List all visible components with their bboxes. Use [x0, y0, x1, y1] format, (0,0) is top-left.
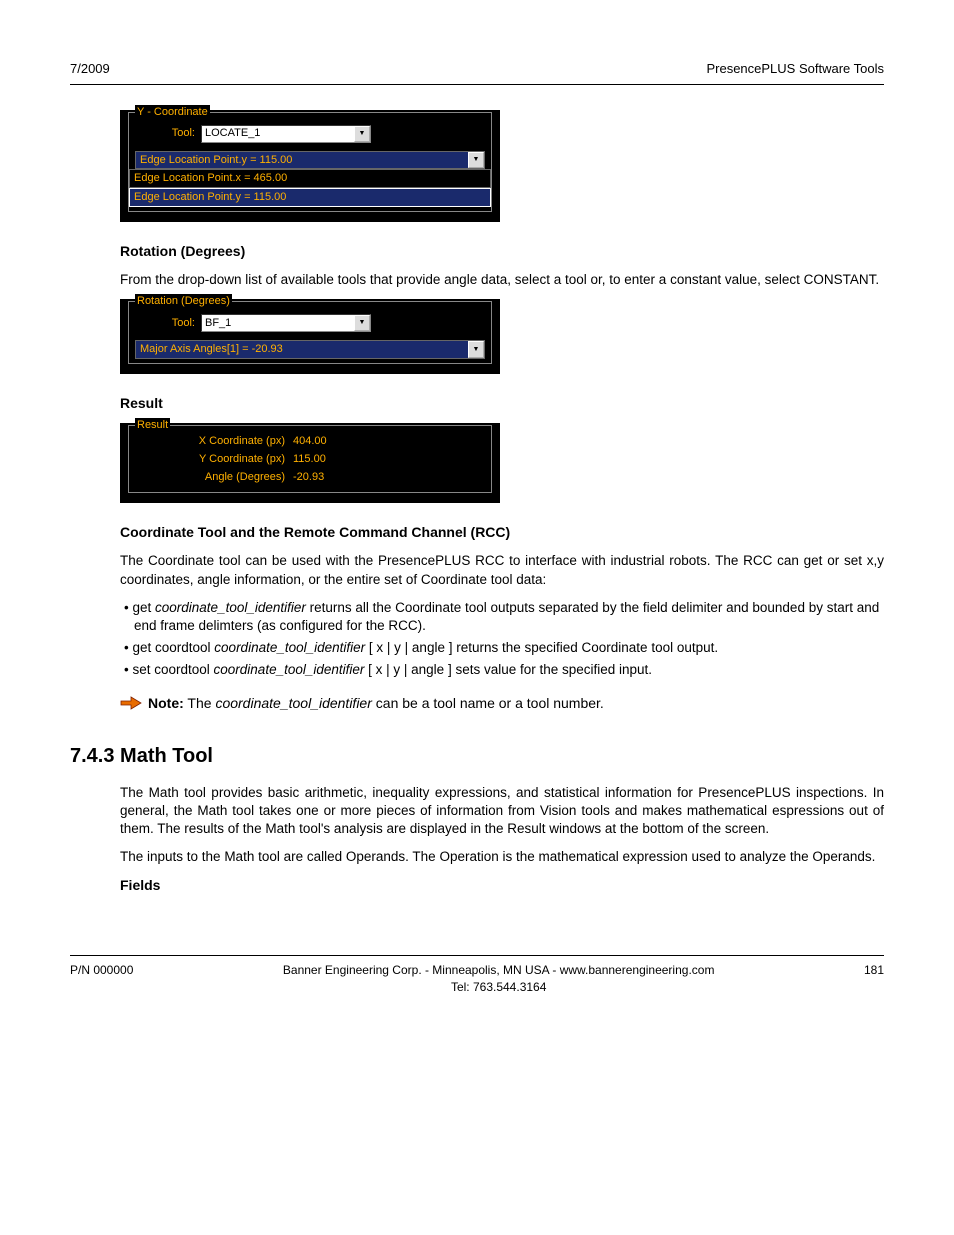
y-tool-dropdown[interactable]: LOCATE_1 ▼	[201, 125, 371, 143]
tool-label: Tool:	[165, 126, 195, 141]
result-value: 404.00	[293, 434, 353, 449]
footer-tel: Tel: 763.544.3164	[133, 979, 864, 995]
rcc-intro: The Coordinate tool can be used with the…	[120, 552, 884, 588]
footer-pn: P/N 000000	[70, 962, 133, 978]
y-coord-legend: Y - Coordinate	[135, 105, 210, 120]
math-tool-heading: 7.4.3 Math Tool	[70, 743, 884, 770]
y-value-dropdown[interactable]: Edge Location Point.y = 115.00 ▼	[135, 151, 485, 170]
chevron-down-icon: ▼	[354, 315, 370, 331]
result-label: Y Coordinate (px)	[165, 452, 285, 467]
rotation-selected-value: Major Axis Angles[1] = -20.93	[136, 341, 468, 358]
rotation-description: From the drop-down list of available too…	[120, 271, 884, 289]
y-selected-value: Edge Location Point.y = 115.00	[136, 152, 468, 169]
result-heading: Result	[120, 394, 884, 413]
result-value: -20.93	[293, 470, 353, 485]
note-text: Note: The coordinate_tool_identifier can…	[148, 694, 604, 713]
fields-heading: Fields	[120, 876, 884, 895]
header-title: PresencePLUS Software Tools	[706, 60, 884, 78]
result-panel: Result X Coordinate (px) 404.00 Y Coordi…	[120, 423, 500, 504]
math-p1: The Math tool provides basic arithmetic,…	[120, 784, 884, 839]
result-label: X Coordinate (px)	[165, 434, 285, 449]
rcc-bullet-list: get coordinate_tool_identifier returns a…	[124, 599, 884, 680]
list-item: get coordtool coordinate_tool_identifier…	[124, 639, 884, 657]
rcc-heading: Coordinate Tool and the Remote Command C…	[120, 523, 884, 542]
page-footer: P/N 000000 Banner Engineering Corp. - Mi…	[70, 955, 884, 994]
math-p2: The inputs to the Math tool are called O…	[120, 848, 884, 866]
list-item: get coordinate_tool_identifier returns a…	[124, 599, 884, 635]
tool-label: Tool:	[165, 316, 195, 331]
rotation-tool-dropdown[interactable]: BF_1 ▼	[201, 314, 371, 332]
y-coordinate-panel: Y - Coordinate Tool: LOCATE_1 ▼ Edge Loc…	[120, 110, 500, 223]
result-value: 115.00	[293, 452, 353, 467]
rotation-panel: Rotation (Degrees) Tool: BF_1 ▼ Major Ax…	[120, 299, 500, 374]
result-legend: Result	[135, 418, 170, 433]
rotation-legend: Rotation (Degrees)	[135, 294, 232, 309]
y-tool-value: LOCATE_1	[205, 126, 260, 141]
chevron-down-icon: ▼	[354, 126, 370, 142]
result-label: Angle (Degrees)	[165, 470, 285, 485]
option-row[interactable]: Edge Location Point.x = 465.00	[129, 169, 491, 188]
footer-page-number: 181	[864, 962, 884, 978]
footer-company: Banner Engineering Corp. - Minneapolis, …	[133, 962, 864, 978]
rotation-heading: Rotation (Degrees)	[120, 242, 884, 261]
note-block: Note: The coordinate_tool_identifier can…	[120, 694, 884, 713]
list-item: set coordtool coordinate_tool_identifier…	[124, 661, 884, 679]
header-date: 7/2009	[70, 60, 110, 78]
chevron-down-icon: ▼	[468, 341, 484, 358]
pointing-hand-icon	[120, 695, 140, 711]
chevron-down-icon: ▼	[468, 152, 484, 169]
rotation-tool-value: BF_1	[205, 316, 231, 331]
rotation-value-dropdown[interactable]: Major Axis Angles[1] = -20.93 ▼	[135, 340, 485, 359]
page-header: 7/2009 PresencePLUS Software Tools	[70, 60, 884, 85]
option-row-selected[interactable]: Edge Location Point.y = 115.00	[129, 188, 491, 207]
